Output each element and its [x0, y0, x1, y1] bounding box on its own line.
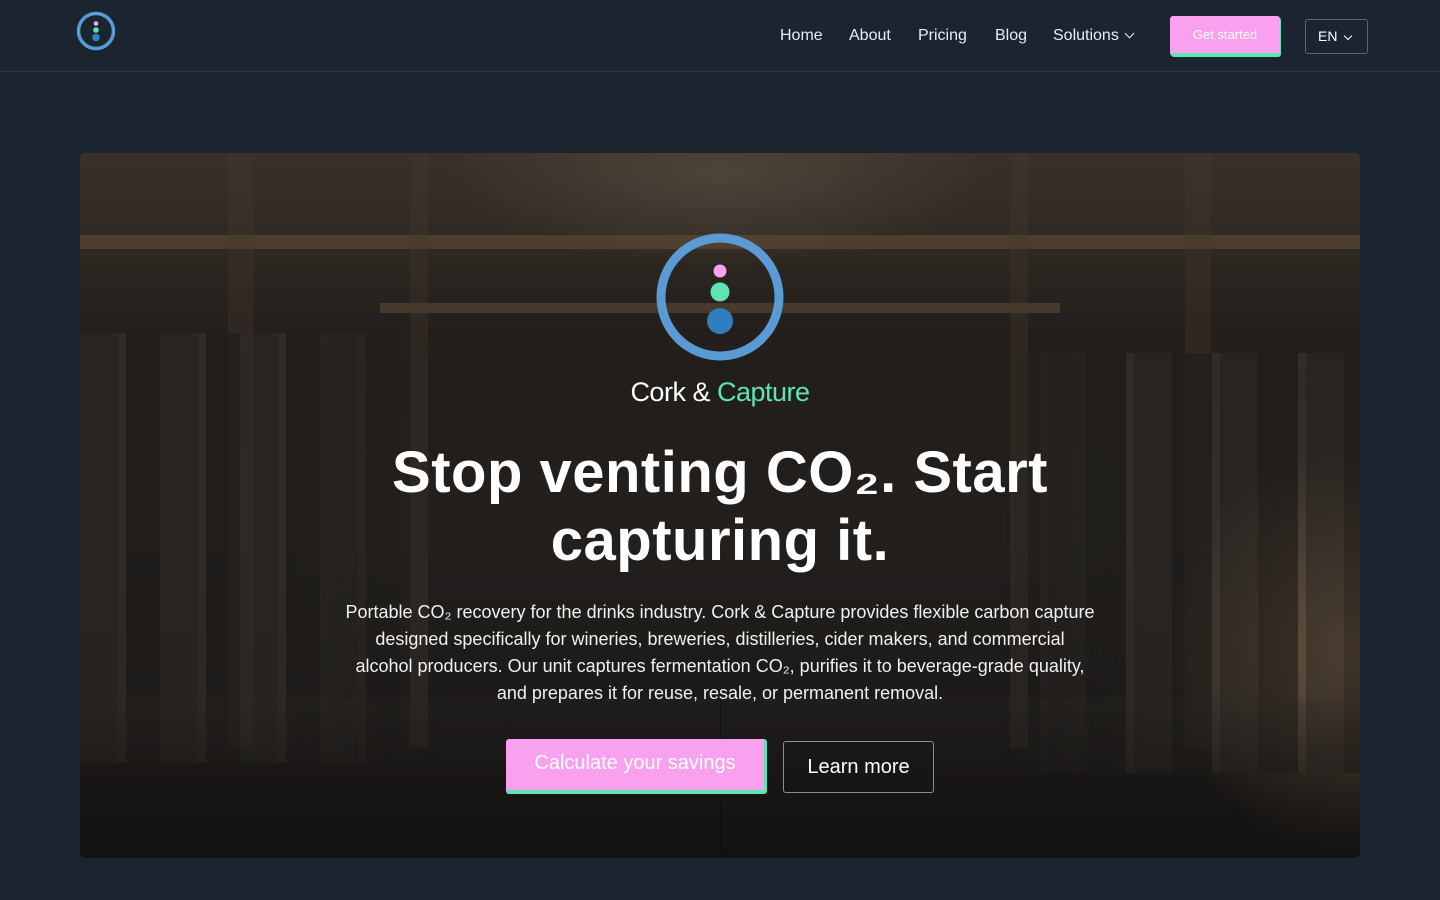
hero-section: Cork & Capture Stop venting CO₂. Start c…	[80, 153, 1360, 858]
chevron-down-icon	[1344, 31, 1353, 41]
brand-logo-icon	[656, 233, 784, 361]
nav-solutions-dropdown[interactable]: Solutions	[1053, 25, 1135, 47]
nav-home[interactable]: Home	[780, 25, 823, 47]
hero-headline: Stop venting CO₂. Start capturing it.	[392, 440, 1048, 573]
nav-pricing[interactable]: Pricing	[918, 25, 967, 47]
nav-solutions-label: Solutions	[1053, 27, 1119, 44]
calculate-savings-button[interactable]: Calculate your savings	[506, 739, 767, 794]
language-label: EN	[1318, 28, 1338, 44]
language-selector[interactable]: EN	[1305, 19, 1368, 54]
nav-blog[interactable]: Blog	[995, 25, 1027, 47]
hero-description: Portable CO₂ recovery for the drinks ind…	[345, 602, 1095, 703]
brand-wordmark-part1: Cork &	[630, 377, 710, 407]
brand-wordmark: Cork & Capture	[80, 375, 1360, 409]
chevron-down-icon	[1124, 28, 1135, 39]
learn-more-button[interactable]: Learn more	[783, 741, 934, 793]
nav-about[interactable]: About	[849, 25, 891, 47]
site-header: Home About Pricing Blog Solutions Get st…	[0, 0, 1440, 72]
get-started-button[interactable]: Get started	[1170, 16, 1280, 56]
brand-wordmark-part2: Capture	[716, 377, 810, 407]
